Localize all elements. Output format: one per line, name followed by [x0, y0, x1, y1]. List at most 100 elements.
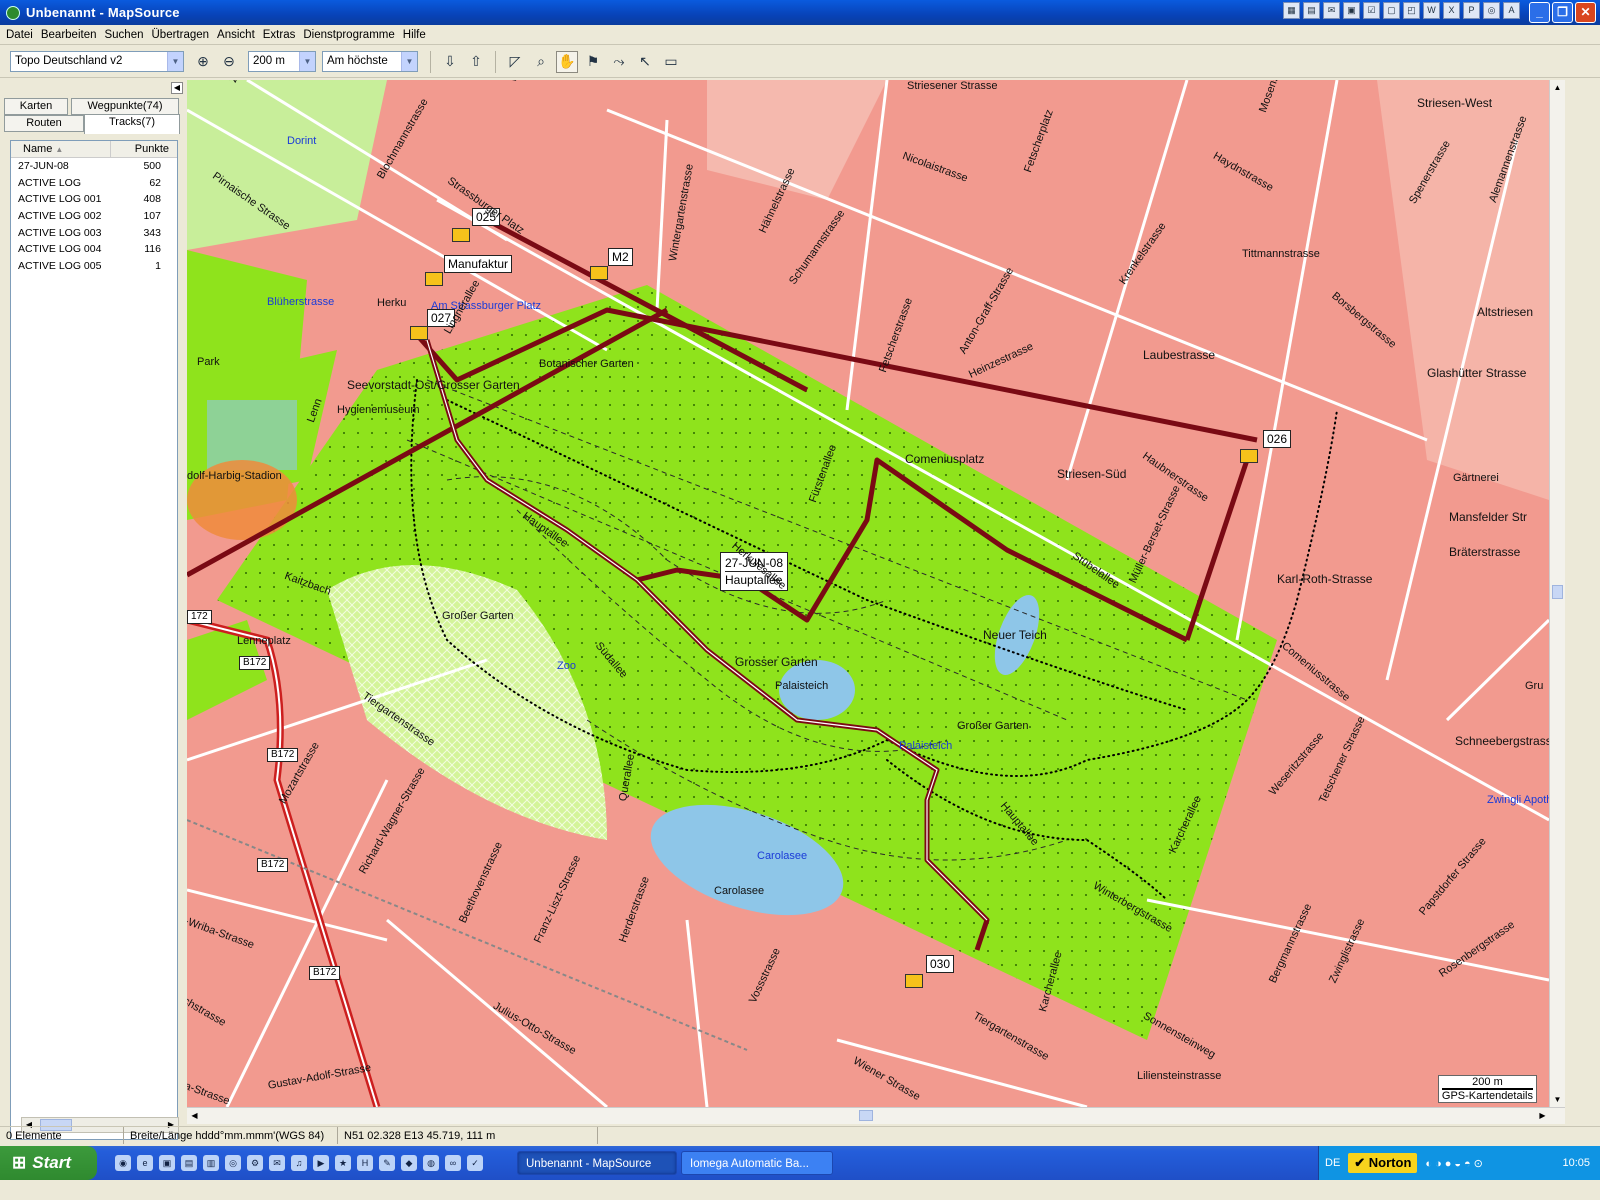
column-points-header[interactable]: Punkte [111, 141, 177, 157]
shortcut-icon[interactable]: ▣ [1343, 2, 1360, 19]
tab-karten[interactable]: Karten [4, 98, 68, 115]
shortcut-icon[interactable]: ☑ [1363, 2, 1380, 19]
window-titlebar: Unbenannt - MapSource ▦ ▤ ✉ ▣ ☑ ▢ ◰ W XP ◎ A … [0, 0, 1600, 25]
shortcut-icon[interactable]: ✉ [1323, 2, 1340, 19]
zoom-select[interactable]: 200 m ▼ [248, 51, 316, 72]
detail-select[interactable]: Am höchste ▼ [322, 51, 418, 72]
scroll-thumb[interactable] [1552, 585, 1563, 599]
chevron-down-icon[interactable]: ▼ [401, 52, 417, 71]
list-item[interactable]: ACTIVE LOG 003 343 [11, 225, 177, 242]
excel-icon[interactable]: X [1443, 2, 1460, 19]
map-tool-icon[interactable]: ◸ [504, 51, 526, 73]
menu-extras[interactable]: Extras [261, 29, 302, 41]
quicklaunch-icon[interactable]: ✉ [269, 1155, 285, 1171]
quicklaunch-icon[interactable]: ∞ [445, 1155, 461, 1171]
track-name: ACTIVE LOG [18, 176, 82, 189]
mapsource-app-icon[interactable] [6, 5, 20, 20]
waypoint-m2[interactable]: M2 [608, 248, 633, 266]
send-to-device-icon[interactable]: ⇧ [465, 51, 487, 73]
shortcut-icon[interactable]: ◰ [1403, 2, 1420, 19]
geocache-icon[interactable] [410, 326, 428, 340]
scroll-right-icon[interactable]: ▶ [1535, 1108, 1550, 1123]
zoom-out-icon[interactable]: ⊖ [218, 51, 240, 73]
chevron-down-icon[interactable]: ▼ [299, 52, 315, 71]
shortcut-icon[interactable]: ▢ [1383, 2, 1400, 19]
quicklaunch-icon[interactable]: ★ [335, 1155, 351, 1171]
scroll-left-icon[interactable]: ◀ [187, 1108, 202, 1123]
waypoint-026[interactable]: 026 [1263, 430, 1292, 448]
quicklaunch-icon[interactable]: ✓ [467, 1155, 483, 1171]
quicklaunch-icon[interactable]: ▥ [203, 1155, 219, 1171]
access-icon[interactable]: A [1503, 2, 1520, 19]
waypoint-030[interactable]: 030 [926, 955, 955, 973]
quicklaunch-icon[interactable]: ♫ [291, 1155, 307, 1171]
tab-tracks[interactable]: Tracks(7) [84, 114, 180, 134]
quicklaunch-icon[interactable]: ◉ [115, 1155, 131, 1171]
quicklaunch-icon[interactable]: H [357, 1155, 373, 1171]
menu-ansicht[interactable]: Ansicht [215, 29, 261, 41]
ie-icon[interactable]: e [137, 1155, 153, 1171]
route-tool-icon[interactable]: ⤳ [608, 51, 630, 73]
quicklaunch-icon[interactable]: ◆ [401, 1155, 417, 1171]
menu-suchen[interactable]: Suchen [102, 29, 149, 41]
list-item[interactable]: ACTIVE LOG 62 [11, 175, 177, 192]
quicklaunch-icon[interactable]: ▤ [181, 1155, 197, 1171]
waypoint-flag-icon[interactable]: ⚑ [582, 51, 604, 73]
distance-ruler-icon[interactable]: ▭ [660, 51, 682, 73]
map-horizontal-scrollbar[interactable]: ◀ ▶ [187, 1107, 1565, 1124]
map-vertical-scrollbar[interactable]: ▲ ▼ [1549, 80, 1565, 1107]
shortcut-icon[interactable]: ▤ [1303, 2, 1320, 19]
scroll-thumb[interactable] [859, 1110, 873, 1121]
geocache-icon[interactable] [905, 974, 923, 988]
powerpoint-icon[interactable]: P [1463, 2, 1480, 19]
word-icon[interactable]: W [1423, 2, 1440, 19]
close-button[interactable]: ✕ [1575, 2, 1596, 23]
quicklaunch-icon[interactable]: ◎ [225, 1155, 241, 1171]
selection-pointer-icon[interactable]: ↖ [634, 51, 656, 73]
maximize-button[interactable]: ❐ [1552, 2, 1573, 23]
task-iomega[interactable]: Iomega Automatic Ba... [681, 1151, 833, 1175]
menu-bearbeiten[interactable]: Bearbeiten [39, 29, 103, 41]
scroll-up-icon[interactable]: ▲ [1550, 80, 1565, 95]
geocache-icon[interactable] [452, 228, 470, 242]
menu-datei[interactable]: Datei [4, 29, 39, 41]
chevron-down-icon[interactable]: ▼ [167, 52, 183, 71]
map-canvas[interactable]: 025 Manufaktur M2 027 026 030 27-JUN-08 … [187, 80, 1549, 1107]
quicklaunch-icon[interactable]: ▣ [159, 1155, 175, 1171]
tab-wegpunkte[interactable]: Wegpunkte(74) [71, 98, 179, 115]
list-item[interactable]: 27-JUN-08 500 [11, 158, 177, 175]
minimize-button[interactable]: _ [1529, 2, 1550, 23]
list-item[interactable]: ACTIVE LOG 005 1 [11, 258, 177, 275]
menu-uebertragen[interactable]: Übertragen [150, 29, 216, 41]
receive-from-device-icon[interactable]: ⇩ [439, 51, 461, 73]
collapse-panel-icon[interactable]: ◀ [171, 82, 183, 94]
scroll-down-icon[interactable]: ▼ [1550, 1092, 1565, 1107]
zoom-tool-icon[interactable]: ⌕ [530, 51, 552, 73]
geocache-icon[interactable] [590, 266, 608, 280]
list-item[interactable]: ACTIVE LOG 002 107 [11, 208, 177, 225]
language-indicator[interactable]: DE [1325, 1157, 1340, 1169]
task-mapsource[interactable]: Unbenannt - MapSource [517, 1151, 677, 1175]
column-name-header[interactable]: Name ▲ [11, 141, 111, 157]
list-item[interactable]: ACTIVE LOG 004 116 [11, 241, 177, 258]
zoom-in-icon[interactable]: ⊕ [192, 51, 214, 73]
waypoint-manufaktur[interactable]: Manufaktur [444, 255, 513, 273]
start-button[interactable]: ⊞ Start [0, 1146, 97, 1180]
geocache-icon[interactable] [425, 272, 443, 286]
tray-icons[interactable]: ◐◑●◒◓⊙ [1425, 1157, 1485, 1170]
geocache-icon[interactable] [1240, 449, 1258, 463]
menu-dienstprogramme[interactable]: Dienstprogramme [301, 29, 400, 41]
map-label-dorint: Dorint [287, 135, 317, 147]
quicklaunch-icon[interactable]: ✎ [379, 1155, 395, 1171]
map-product-select[interactable]: Topo Deutschland v2 ▼ [10, 51, 184, 72]
hand-tool-icon[interactable]: ✋ [556, 50, 578, 73]
shortcut-icon[interactable]: ▦ [1283, 2, 1300, 19]
firefox-icon[interactable]: ◍ [423, 1155, 439, 1171]
tab-routen[interactable]: Routen [4, 115, 84, 132]
shortcut-icon[interactable]: ◎ [1483, 2, 1500, 19]
list-item[interactable]: ACTIVE LOG 001 408 [11, 191, 177, 208]
quicklaunch-icon[interactable]: ⚙ [247, 1155, 263, 1171]
quicklaunch-icon[interactable]: ▶ [313, 1155, 329, 1171]
menu-hilfe[interactable]: Hilfe [401, 29, 432, 41]
norton-button[interactable]: ✔ Norton [1348, 1153, 1418, 1173]
